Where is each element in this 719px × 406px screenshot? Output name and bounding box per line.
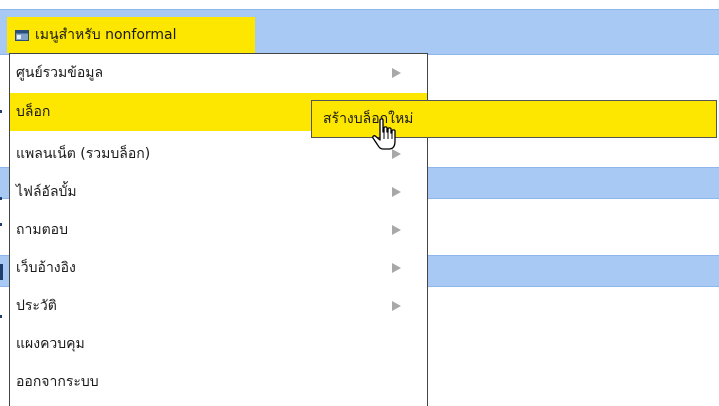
page-edge-dot-1	[0, 110, 2, 113]
blog-submenu: สร้างบล็อกใหม่	[311, 100, 717, 138]
chevron-right-icon	[392, 301, 401, 311]
chevron-right-icon	[392, 225, 401, 235]
page-edge-dot-4	[0, 315, 2, 318]
chevron-right-icon	[392, 68, 401, 78]
menu-item-label: ไฟล์อัลบั้ม	[16, 184, 77, 200]
menu-item-label: ออกจากระบบ	[16, 374, 99, 390]
menu-item-label: ประวัติ	[16, 298, 57, 314]
chevron-right-icon	[392, 187, 401, 197]
menu-item-web-references[interactable]: เว็บอ้างอิง	[10, 249, 427, 287]
menu-item-qa[interactable]: ถามตอบ	[10, 211, 427, 249]
menu-item-label: บล็อก	[16, 104, 51, 120]
chevron-right-icon	[392, 149, 401, 159]
menu-item-label: ศูนย์รวมข้อมูล	[16, 65, 104, 81]
submenu-item-label: สร้างบล็อกใหม่	[323, 111, 414, 127]
menu-item-file-album[interactable]: ไฟล์อัลบั้ม	[10, 173, 427, 211]
menu-item-label: แพลนเน็ต (รวมบล็อก)	[16, 146, 151, 162]
page-edge-dot-2	[0, 197, 2, 200]
menu-item-control-panel[interactable]: แผงควบคุม	[10, 325, 427, 363]
menu-item-planet[interactable]: แพลนเน็ต (รวมบล็อก)	[10, 135, 427, 173]
chevron-right-icon	[392, 263, 401, 273]
menu-header-label: เมนูสำหรับ nonformal	[35, 27, 177, 43]
menu-item-label: ถามตอบ	[16, 222, 68, 238]
page-edge-mark	[0, 264, 3, 280]
submenu-item-new-blog[interactable]: สร้างบล็อกใหม่	[312, 101, 716, 137]
menu-item-history[interactable]: ประวัติ	[10, 287, 427, 325]
menu-item-data-center[interactable]: ศูนย์รวมข้อมูล	[10, 54, 427, 92]
menu-item-label: เว็บอ้างอิง	[16, 260, 76, 276]
window-icon	[15, 29, 29, 41]
menu-item-label: แผงควบคุม	[16, 336, 85, 352]
menu-item-logout[interactable]: ออกจากระบบ	[10, 363, 427, 401]
page-edge-dot-3	[0, 223, 2, 226]
menu-header[interactable]: เมนูสำหรับ nonformal	[7, 17, 255, 53]
